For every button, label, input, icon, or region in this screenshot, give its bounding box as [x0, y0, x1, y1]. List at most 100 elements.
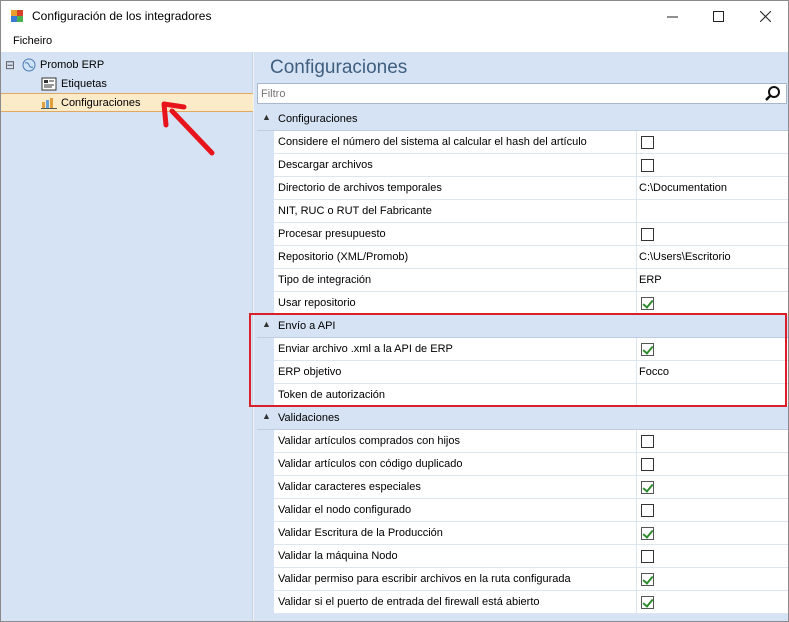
minimize-button[interactable]	[649, 1, 695, 32]
property-name: Usar repositorio	[278, 297, 356, 309]
property-checkbox[interactable]	[641, 228, 654, 241]
tree-expander-icon[interactable]: ⊟	[5, 58, 19, 72]
property-name: Validar la máquina Nodo	[278, 550, 398, 562]
group-header[interactable]: ▲ Configuraciones	[257, 108, 788, 131]
filter-box	[257, 83, 787, 104]
property-checkbox[interactable]	[641, 435, 654, 448]
row-gutter	[257, 384, 274, 407]
property-checkbox[interactable]	[641, 159, 654, 172]
property-name: Validar permiso para escribir archivos e…	[278, 573, 571, 585]
maximize-button[interactable]	[695, 1, 741, 32]
property-name: NIT, RUC o RUT del Fabricante	[278, 205, 432, 217]
row-gutter	[257, 522, 274, 545]
property-row[interactable]: Token de autorización	[257, 384, 788, 407]
property-row[interactable]: Validar artículos con código duplicado	[257, 453, 788, 476]
row-gutter	[257, 200, 274, 223]
property-name: Validar caracteres especiales	[278, 481, 421, 493]
property-row[interactable]: Repositorio (XML/Promob) C:\Users\Escrito…	[257, 246, 788, 269]
property-row[interactable]: Validar permiso para escribir archivos e…	[257, 568, 788, 591]
app-icon	[11, 10, 23, 22]
collapse-chevron-icon[interactable]: ▲	[262, 112, 271, 122]
window-title: Configuración de los integradores	[32, 9, 212, 23]
property-row[interactable]: ERP objetivo Focco	[257, 361, 788, 384]
property-row[interactable]: Procesar presupuesto	[257, 223, 788, 246]
collapse-chevron-icon[interactable]: ▲	[262, 319, 271, 329]
property-checkbox[interactable]	[641, 458, 654, 471]
property-panel: Configuraciones ▲ Configuraciones Consider…	[254, 52, 788, 621]
property-row[interactable]: Validar si el puerto de entrada del fire…	[257, 591, 788, 614]
property-grid: ▲ Configuraciones Considere el número del …	[257, 108, 788, 614]
property-row[interactable]: Usar repositorio	[257, 292, 788, 315]
row-gutter	[257, 131, 274, 154]
property-name: Directorio de archivos temporales	[278, 182, 442, 194]
property-checkbox[interactable]	[641, 527, 654, 540]
column-divider	[636, 177, 637, 200]
property-checkbox[interactable]	[641, 550, 654, 563]
property-name: Validar el nodo configurado	[278, 504, 412, 516]
column-divider	[636, 476, 637, 499]
property-name: Descargar archivos	[278, 159, 373, 171]
group-header[interactable]: ▲ Validaciones	[257, 407, 788, 430]
close-icon	[759, 11, 771, 22]
property-row[interactable]: Enviar archivo .xml a la API de ERP	[257, 338, 788, 361]
column-divider	[636, 154, 637, 177]
column-divider	[636, 223, 637, 246]
menu-bar: Ficheiro	[1, 32, 788, 52]
close-button[interactable]	[742, 1, 788, 32]
property-checkbox[interactable]	[641, 573, 654, 586]
row-gutter	[257, 154, 274, 177]
group-label: Envío a API	[278, 320, 336, 332]
property-row[interactable]: Validar el nodo configurado	[257, 499, 788, 522]
row-gutter	[257, 453, 274, 476]
column-divider	[636, 430, 637, 453]
page-title: Configuraciones	[270, 57, 408, 78]
property-value[interactable]: C:\Users\Escritorio	[639, 251, 731, 263]
property-name: Token de autorización	[278, 389, 386, 401]
collapse-chevron-icon[interactable]: ▲	[262, 411, 271, 421]
property-name: Validar Escritura de la Producción	[278, 527, 443, 539]
property-row[interactable]: Validar artículos comprados con hijos	[257, 430, 788, 453]
property-row[interactable]: Validar la máquina Nodo	[257, 545, 788, 568]
property-row[interactable]: NIT, RUC o RUT del Fabricante	[257, 200, 788, 223]
property-row[interactable]: Validar Escritura de la Producción	[257, 522, 788, 545]
column-divider	[636, 522, 637, 545]
property-row[interactable]: Tipo de integración ERP	[257, 269, 788, 292]
arrow-annotation-icon	[161, 101, 215, 156]
property-row[interactable]: Considere el número del sistema al calcu…	[257, 131, 788, 154]
menu-item-ficheiro[interactable]: Ficheiro	[13, 35, 52, 47]
tree-node-configuraciones[interactable]: Configuraciones	[41, 94, 141, 112]
property-row[interactable]: Descargar archivos	[257, 154, 788, 177]
property-checkbox[interactable]	[641, 297, 654, 310]
property-name: Enviar archivo .xml a la API de ERP	[278, 343, 453, 355]
tree-node-etiquetas[interactable]: Etiquetas	[41, 75, 107, 93]
property-name: Validar artículos comprados con hijos	[278, 435, 460, 447]
property-checkbox[interactable]	[641, 596, 654, 609]
row-gutter	[257, 361, 274, 384]
globe-icon	[22, 58, 36, 72]
column-divider	[636, 338, 637, 361]
tree-node-promob-erp[interactable]: ⊟ Promob ERP	[5, 56, 104, 74]
search-icon[interactable]	[764, 85, 782, 103]
property-name: Considere el número del sistema al calcu…	[278, 136, 587, 148]
property-row[interactable]: Directorio de archivos temporales C:\Docu…	[257, 177, 788, 200]
property-value[interactable]: ERP	[639, 274, 662, 286]
property-checkbox[interactable]	[641, 343, 654, 356]
column-divider	[636, 292, 637, 315]
filter-input[interactable]	[261, 86, 756, 102]
column-divider	[636, 384, 637, 407]
label-icon	[41, 77, 57, 91]
row-gutter	[257, 292, 274, 315]
property-checkbox[interactable]	[641, 136, 654, 149]
column-divider	[636, 545, 637, 568]
group-header[interactable]: ▲ Envío a API	[257, 315, 788, 338]
column-divider	[636, 499, 637, 522]
property-value[interactable]: Focco	[639, 366, 669, 378]
property-value[interactable]: C:\Documentation	[639, 182, 727, 194]
property-checkbox[interactable]	[641, 504, 654, 517]
property-checkbox[interactable]	[641, 481, 654, 494]
column-divider	[636, 453, 637, 476]
row-gutter	[257, 568, 274, 591]
property-name: Validar si el puerto de entrada del fire…	[278, 596, 540, 608]
property-row[interactable]: Validar caracteres especiales	[257, 476, 788, 499]
row-gutter	[257, 430, 274, 453]
